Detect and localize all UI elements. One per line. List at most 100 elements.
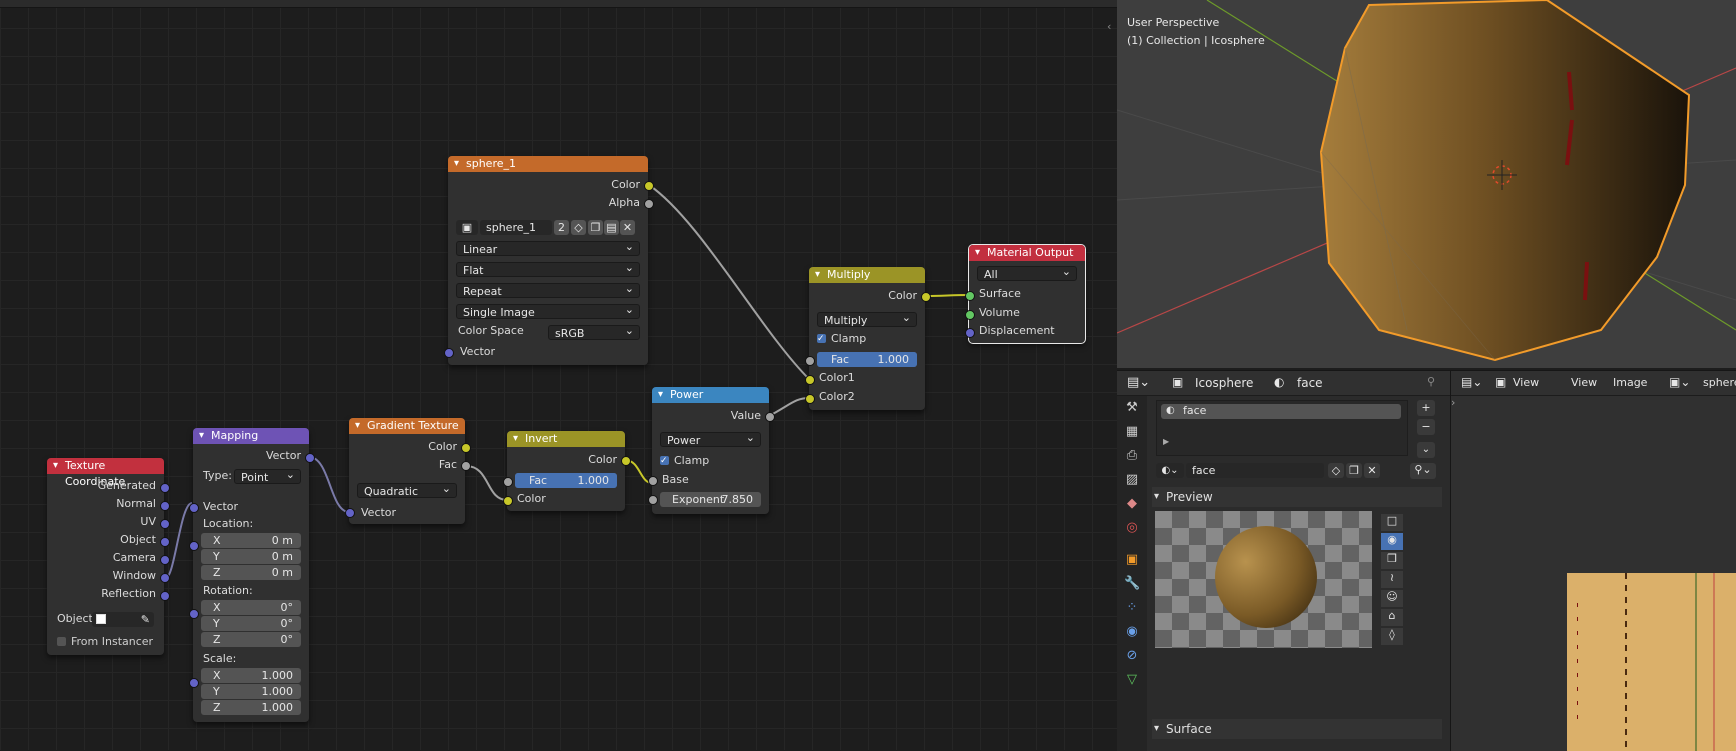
scale-z[interactable]: Z 1.000 (201, 700, 301, 715)
clamp-row[interactable]: Clamp (660, 453, 761, 469)
constraints-tab-icon[interactable]: ⊘ (1124, 648, 1140, 664)
material-datablock-row[interactable]: ◐⌄ face ◇ ❐ ✕ (1156, 463, 1396, 479)
image-datablock-row[interactable]: ▣ sphere_1 2 ◇ ❐ ▤ ✕ (456, 220, 640, 235)
node-texture-coordinate[interactable]: Texture Coordinate Generated Normal UV O… (47, 458, 170, 655)
socket-object[interactable] (160, 537, 170, 547)
socket-fac-in[interactable] (503, 477, 513, 487)
image-editor[interactable]: ▤⌄ ▣ View View Image ▣⌄ sphere › (1450, 370, 1736, 751)
sphere-preview-icon[interactable]: ◉ (1381, 533, 1403, 550)
material-name[interactable]: face (1297, 376, 1323, 390)
exponent-field[interactable]: Exponent 7.850 (660, 492, 761, 507)
socket-displacement-in[interactable] (965, 328, 975, 338)
duplicate-icon[interactable]: ❐ (588, 220, 603, 235)
output-tab-icon[interactable]: ⎙ (1124, 448, 1140, 464)
socket-vector-in[interactable] (189, 503, 199, 513)
socket-camera[interactable] (160, 555, 170, 565)
unlink-close-icon[interactable]: ✕ (620, 220, 635, 235)
socket-scale-in[interactable] (189, 678, 199, 688)
multiply-fac-slider[interactable]: Fac 1.000 (817, 352, 917, 367)
node-material-output[interactable]: Material Output All Surface Volume Displ… (965, 244, 1086, 344)
location-x[interactable]: X 0 m (201, 533, 301, 548)
socket-vector-in[interactable] (345, 508, 355, 518)
socket-color2-in[interactable] (805, 394, 815, 404)
rotation-y[interactable]: Y 0° (201, 616, 301, 631)
extension-dropdown[interactable]: Repeat (456, 281, 640, 298)
view-mode-icon[interactable]: ▣ (1495, 375, 1506, 389)
flat-preview-icon[interactable]: □ (1381, 514, 1403, 531)
remove-slot-icon[interactable]: − (1417, 419, 1435, 435)
scale-x[interactable]: X 1.000 (201, 668, 301, 683)
socket-fac-in[interactable] (805, 356, 815, 366)
node-mapping[interactable]: Mapping Vector Type: Point Vector Locati… (189, 428, 315, 722)
image-canvas[interactable] (1567, 573, 1736, 751)
duplicate-icon[interactable]: ❐ (1346, 463, 1362, 478)
fluid-preview-icon[interactable]: ◊ (1381, 628, 1403, 645)
node-multiply[interactable]: Multiply Color Multiply Clamp Fac 1.000 … (805, 267, 931, 410)
pin-icon[interactable]: ⚲ (1427, 375, 1435, 388)
view-layer-tab-icon[interactable]: ▨ (1124, 472, 1140, 488)
socket-value-out[interactable] (765, 412, 775, 422)
rotation-x[interactable]: X 0° (201, 600, 301, 615)
data-tab-icon[interactable]: ▽ (1124, 672, 1140, 688)
mapping-type-dropdown[interactable]: Point (234, 467, 301, 484)
socket-generated[interactable] (160, 483, 170, 493)
particles-tab-icon[interactable]: ⁘ (1124, 600, 1140, 616)
socket-exponent-in[interactable] (648, 495, 658, 505)
object-picker[interactable]: ✎ (92, 612, 154, 627)
eyedropper-icon[interactable]: ✎ (141, 612, 150, 627)
physics-tab-icon[interactable]: ◉ (1124, 624, 1140, 640)
socket-window[interactable] (160, 573, 170, 583)
scale-y[interactable]: Y 1.000 (201, 684, 301, 699)
unlink-close-icon[interactable]: ✕ (1364, 463, 1380, 478)
3d-viewport[interactable]: User Perspective (1) Collection | Icosph… (1117, 0, 1736, 368)
object-tab-icon[interactable]: ▣ (1124, 552, 1140, 568)
slot-specials-icon[interactable]: ⌄ (1417, 442, 1435, 458)
location-y[interactable]: Y 0 m (201, 549, 301, 564)
fake-user-shield-icon[interactable]: ◇ (1328, 463, 1344, 478)
node-image-texture[interactable]: sphere_1 Color Alpha ▣ sphere_1 2 ◇ ❐ ▤ … (444, 156, 654, 365)
blend-mode-dropdown[interactable]: Multiply (817, 310, 917, 327)
material-name-field[interactable]: face (1186, 463, 1324, 478)
object-name[interactable]: Icosphere (1195, 376, 1253, 390)
colorspace-dropdown[interactable]: sRGB (548, 323, 640, 340)
editor-type-icon[interactable]: ▤⌄ (1127, 375, 1150, 390)
material-slot-item[interactable]: ◐ face (1161, 404, 1401, 419)
socket-location-in[interactable] (189, 541, 199, 551)
image-menu[interactable]: Image (1613, 376, 1647, 389)
hair-preview-icon[interactable]: ≀ (1381, 571, 1403, 588)
add-slot-icon[interactable]: + (1417, 400, 1435, 416)
clamp-row[interactable]: Clamp (817, 331, 917, 347)
socket-vector-out[interactable] (305, 453, 315, 463)
image-name-field[interactable]: sphere_1 (480, 220, 552, 235)
socket-fac-out[interactable] (461, 461, 471, 471)
editor-type-icon[interactable]: ▤⌄ (1461, 375, 1482, 389)
image-users-count[interactable]: 2 (554, 220, 569, 235)
toolbar-toggle-icon[interactable]: › (1451, 396, 1459, 416)
socket-rotation-in[interactable] (189, 609, 199, 619)
cube-preview-icon[interactable]: ❒ (1381, 552, 1403, 569)
cloth-preview-icon[interactable]: ⌂ (1381, 609, 1403, 626)
preview-panel-header[interactable]: Preview (1152, 487, 1442, 507)
socket-color-out[interactable] (461, 443, 471, 453)
monkey-preview-icon[interactable]: ☺ (1381, 590, 1403, 607)
socket-reflection[interactable] (160, 591, 170, 601)
location-z[interactable]: Z 0 m (201, 565, 301, 580)
node-invert[interactable]: Invert Color Fac 1.000 Color (503, 431, 631, 511)
projection-dropdown[interactable]: Flat (456, 260, 640, 277)
image-browse-icon[interactable]: ▣ (456, 220, 478, 235)
source-dropdown[interactable]: Single Image (456, 302, 640, 319)
invert-fac-slider[interactable]: Fac 1.000 (515, 473, 617, 488)
socket-volume-in[interactable] (965, 310, 975, 320)
modifier-tab-icon[interactable]: 🔧 (1124, 576, 1140, 592)
view-menu[interactable]: View (1571, 376, 1597, 389)
clamp-checkbox[interactable] (817, 331, 826, 347)
socket-vector-in[interactable] (444, 348, 454, 358)
from-instancer-checkbox[interactable] (57, 637, 66, 646)
view-mode-dropdown[interactable]: View (1513, 376, 1539, 389)
clamp-checkbox[interactable] (660, 453, 669, 469)
image-name-field[interactable]: sphere (1703, 376, 1736, 389)
socket-color1-in[interactable] (805, 375, 815, 385)
output-target-dropdown[interactable]: All (977, 264, 1077, 281)
node-tree-icon[interactable]: ⚲⌄ (1410, 463, 1436, 479)
properties-editor[interactable]: ▤⌄ ▣ Icosphere ◐ face ⚲ ⚒ ▦ ⎙ ▨ ◆ ◎ ▣ 🔧 … (1117, 370, 1450, 751)
